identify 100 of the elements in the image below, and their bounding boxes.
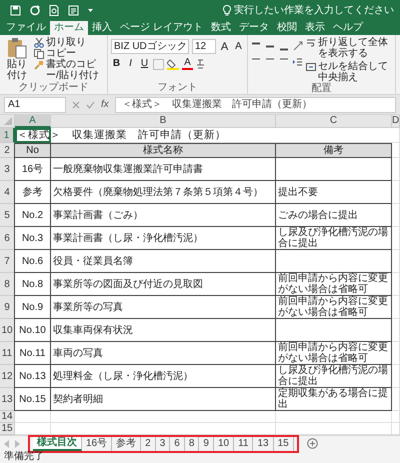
row-header[interactable]: 10 xyxy=(0,319,15,342)
table-cell: 事業計画書（ごみ） xyxy=(51,204,276,227)
ribbon-tab[interactable]: ファイル xyxy=(2,21,50,35)
table-cell: No.8 xyxy=(14,273,51,296)
font-size-field[interactable]: 12 xyxy=(192,39,216,54)
bold-button[interactable]: B xyxy=(111,58,122,70)
table-cell: No.11 xyxy=(14,342,51,365)
sheet-tab[interactable]: 8 xyxy=(184,436,200,450)
sheet-tab[interactable]: 9 xyxy=(199,436,214,450)
table-cell: 収集車両保有状況 xyxy=(51,319,276,342)
paste-button[interactable]: 貼り付け xyxy=(3,37,31,82)
column-header[interactable]: B xyxy=(51,115,276,128)
name-box[interactable]: A1 xyxy=(4,96,66,112)
column-header[interactable]: C xyxy=(276,115,392,128)
formula-field[interactable]: ＜様式＞ 収集運搬業 許可申請（更新） xyxy=(114,96,396,112)
fill-color-icon[interactable] xyxy=(167,58,179,70)
row-header[interactable]: 5 xyxy=(0,204,15,227)
form-icon[interactable] xyxy=(68,4,79,16)
orientation-icon[interactable] xyxy=(293,41,303,51)
table-cell: No.15 xyxy=(14,388,51,411)
table-cell: 前回申請から内容に変更がない場合は省略可 xyxy=(276,342,392,365)
table-cell: No.9 xyxy=(14,296,51,319)
table-cell: 事業所等の写真 xyxy=(51,296,276,319)
ribbon-tab[interactable]: ホーム xyxy=(50,21,88,35)
italic-button[interactable]: I xyxy=(125,58,136,70)
insert-function-button[interactable]: fx xyxy=(101,99,109,110)
row-header[interactable]: 14 xyxy=(0,411,15,423)
row-header[interactable]: 15 xyxy=(0,423,15,435)
row-header[interactable]: 9 xyxy=(0,296,15,319)
font-name-field[interactable]: BIZ UDゴシック xyxy=(111,39,189,54)
borders-icon[interactable] xyxy=(153,58,164,70)
row-header[interactable]: 3 xyxy=(0,158,15,181)
sheet-tab[interactable]: 11 xyxy=(234,436,254,450)
add-sheet-icon[interactable] xyxy=(306,438,318,449)
ribbon-tab[interactable]: 挿入 xyxy=(88,21,116,35)
sheet-tab[interactable]: 6 xyxy=(170,436,185,450)
column-header[interactable]: A xyxy=(15,115,51,128)
table-cell: 前回申請から内容に変更がない場合は省略可 xyxy=(276,273,392,296)
underline-button[interactable]: U xyxy=(139,58,150,70)
sheet-tab[interactable]: 16号 xyxy=(82,436,112,450)
ribbon-tab[interactable]: 数式 xyxy=(206,21,235,35)
wrap-text-button[interactable]: 折り返して全体を表示する xyxy=(306,37,392,59)
table-cell: 事業計画書（し尿・浄化槽汚泥） xyxy=(51,227,276,250)
ribbon-tab[interactable]: 校閲 xyxy=(272,21,301,35)
table-cell: No.10 xyxy=(14,319,51,342)
table-cell: 役員・従業員名簿 xyxy=(51,250,276,273)
sheet-tab[interactable]: 2 xyxy=(141,436,156,450)
group-label: フォント xyxy=(158,82,198,93)
group-label: クリップボード xyxy=(18,82,88,93)
row-header[interactable]: 6 xyxy=(0,227,15,250)
table-cell: 備考 xyxy=(276,143,392,158)
table-cell: 様式名称 xyxy=(51,143,276,158)
merge-cells-icon xyxy=(306,62,316,72)
cut-button[interactable]: 切り取り xyxy=(34,37,104,48)
ribbon-tab[interactable]: 表示 xyxy=(300,21,329,35)
table-cell: No.3 xyxy=(14,227,51,250)
grow-font-button[interactable]: A xyxy=(219,40,230,52)
table-cell: 処理料金（し尿・浄化槽汚泥） xyxy=(51,365,276,388)
row-header[interactable]: 12 xyxy=(0,365,15,388)
table-cell: 契約者明細 xyxy=(51,388,276,411)
ribbon-tab[interactable]: データ xyxy=(234,21,273,35)
row-header[interactable]: 13 xyxy=(0,388,15,411)
cell-selection xyxy=(15,128,51,143)
phonetic-icon[interactable] xyxy=(196,58,205,70)
sheet-tab[interactable]: 3 xyxy=(156,436,170,450)
sheet-tab[interactable]: 参考 xyxy=(112,436,142,450)
status-text: 準備完了 xyxy=(4,451,44,462)
row-header[interactable]: 11 xyxy=(0,342,15,365)
table-cell: 参考 xyxy=(14,181,51,204)
refresh-icon[interactable] xyxy=(29,4,41,16)
sheet-tab[interactable]: 10 xyxy=(214,436,234,450)
table-cell: し尿及び浄化槽汚泥の場合に提出 xyxy=(276,227,392,250)
sheet-tab[interactable]: 15 xyxy=(274,436,294,450)
ribbon-tab[interactable]: ヘルプ xyxy=(328,21,367,35)
sheet-tab[interactable]: 13 xyxy=(253,436,274,450)
row-header[interactable]: 2 xyxy=(0,143,15,158)
font-color-button[interactable]: A xyxy=(182,58,193,70)
merge-center-button[interactable]: セルを結合して中央揃え xyxy=(306,61,392,83)
checkmark-icon[interactable] xyxy=(86,100,95,108)
table-cell: し尿及び浄化槽汚泥の場合に提出 xyxy=(276,365,392,388)
indent-icon[interactable] xyxy=(293,57,303,67)
row-header[interactable]: 7 xyxy=(0,250,15,273)
scissors-icon xyxy=(34,38,44,48)
table-cell: No.6 xyxy=(14,250,51,273)
caret-icon[interactable] xyxy=(87,6,94,14)
shrink-font-button[interactable]: A xyxy=(233,40,244,52)
sheet-tab[interactable]: 様式目次 xyxy=(33,436,82,450)
table-cell: No xyxy=(14,143,51,158)
row-header[interactable]: 1 xyxy=(0,128,15,143)
print-preview-icon[interactable] xyxy=(49,4,60,16)
table-cell: 提出不要 xyxy=(276,181,392,204)
row-header[interactable]: 4 xyxy=(0,181,15,204)
save-icon[interactable] xyxy=(10,4,21,16)
row-header[interactable]: 8 xyxy=(0,273,15,296)
lightbulb-icon xyxy=(223,4,231,16)
ribbon-tab[interactable]: ページ レイアウト xyxy=(116,21,207,35)
format-painter-button[interactable]: 書式のコピー/貼り付け xyxy=(34,59,104,81)
column-header[interactable]: D xyxy=(392,115,400,128)
wrap-text-icon xyxy=(306,38,316,48)
copy-button[interactable]: コピー xyxy=(34,48,104,59)
